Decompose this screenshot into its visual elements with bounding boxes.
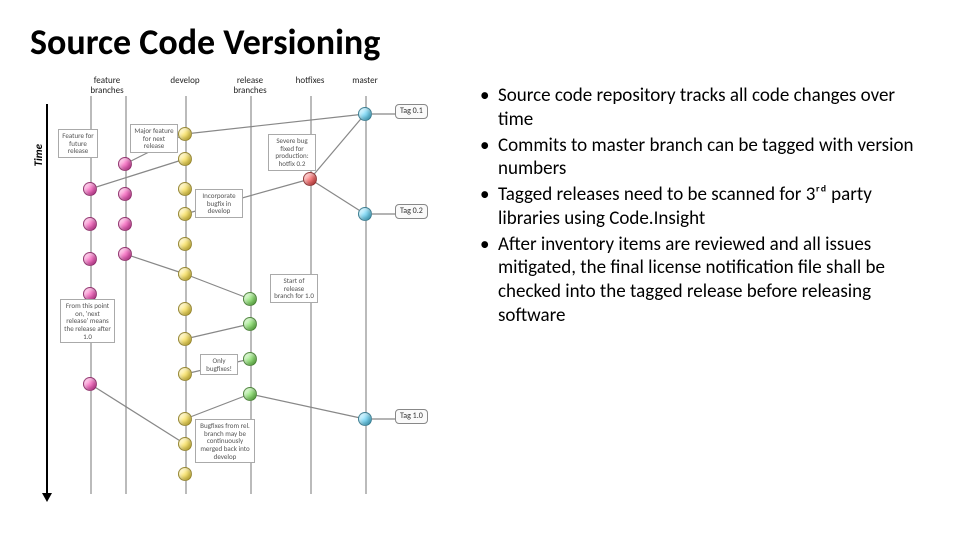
note-only-bugfixes: Only bugfixes! (200, 354, 238, 375)
tag-0-1: Tag 0.1 (395, 104, 428, 119)
time-axis-label: Time (32, 144, 45, 166)
lane-master (365, 96, 367, 494)
commit-develop (178, 332, 192, 346)
note-feature-future: Feature for future release (58, 129, 98, 158)
commit-develop (178, 207, 192, 221)
bullet-item: Source code repository tracks all code c… (480, 84, 930, 132)
commit-develop (178, 182, 192, 196)
bullet-item: Commits to master branch can be tagged w… (480, 134, 930, 182)
commit-feature (118, 157, 132, 171)
commit-release (243, 352, 257, 366)
commit-feature (83, 377, 97, 391)
bullet-item: After inventory items are reviewed and a… (480, 233, 930, 328)
note-incorporate: Incorporate bugfix in develop (195, 189, 243, 218)
commit-feature (118, 187, 132, 201)
header-hotfixes: hotfixes (285, 76, 335, 86)
commit-develop (178, 237, 192, 251)
note-major-feature: Major feature for next release (130, 124, 178, 153)
commit-develop (178, 302, 192, 316)
time-arrow-icon (46, 104, 48, 494)
commit-develop (178, 267, 192, 281)
note-bugfixes-merged: Bugfixes from rel. branch may be continu… (195, 419, 255, 463)
commit-develop (178, 467, 192, 481)
commit-develop (178, 367, 192, 381)
commit-release (243, 317, 257, 331)
commit-feature (83, 217, 97, 231)
lane-feature-b (125, 96, 127, 494)
commit-develop (178, 152, 192, 166)
commit-master (358, 412, 372, 426)
note-start-release: Start of release branch for 1.0 (270, 274, 318, 303)
note-severe-bug: Severe bug fixed for production: hotfix … (268, 134, 316, 171)
slide: Source Code Versioning Time feature bran… (0, 0, 960, 540)
diagram-column: Time feature branches develop release br… (30, 74, 460, 504)
note-from-this: From this point on, 'next release' means… (60, 299, 115, 343)
commit-feature (83, 252, 97, 266)
bullet-item: Tagged releases need to be scanned for 3… (480, 183, 930, 231)
commit-master (358, 207, 372, 221)
header-master: master (340, 76, 390, 86)
header-feature: feature branches (82, 76, 132, 96)
commit-master (358, 107, 372, 121)
slide-content: Time feature branches develop release br… (30, 74, 930, 504)
commit-develop (178, 127, 192, 141)
slide-title: Source Code Versioning (30, 20, 930, 64)
git-branching-diagram: Time feature branches develop release br… (30, 74, 460, 504)
bullet-column: Source code repository tracks all code c… (480, 74, 930, 504)
commit-develop (178, 437, 192, 451)
bullet-list: Source code repository tracks all code c… (480, 84, 930, 328)
commit-release (243, 292, 257, 306)
commit-feature (83, 182, 97, 196)
commit-develop (178, 412, 192, 426)
tag-0-2: Tag 0.2 (395, 204, 428, 219)
commit-release (243, 387, 257, 401)
commit-feature (118, 247, 132, 261)
header-develop: develop (160, 76, 210, 86)
header-release: release branches (225, 76, 275, 96)
commit-hotfix (303, 172, 317, 186)
commit-feature (118, 217, 132, 231)
tag-1-0: Tag 1.0 (395, 409, 428, 424)
